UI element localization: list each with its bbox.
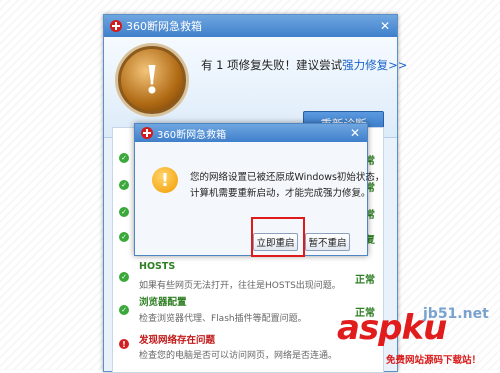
app-logo-icon bbox=[141, 127, 153, 139]
ok-check-icon: ✓ bbox=[119, 305, 129, 315]
ok-check-icon: ✓ bbox=[119, 272, 129, 282]
dialog-titlebar[interactable]: 360断网急救箱 ✕ bbox=[135, 124, 367, 142]
close-icon[interactable]: ✕ bbox=[378, 19, 392, 33]
highlight-box bbox=[251, 217, 305, 257]
dialog-close-icon[interactable]: ✕ bbox=[348, 126, 362, 140]
item-title: HOSTS bbox=[139, 261, 176, 272]
dialog-title: 360断网急救箱 bbox=[157, 129, 227, 141]
repair-status-text: 有 1 项修复失败！建议尝试强力修复>> bbox=[201, 58, 408, 72]
item-desc: 检查浏览器代理、Flash插件等配置问题。 bbox=[139, 314, 307, 324]
item-desc: 检查您的电脑是否可以访问网页，网络是否连通。 bbox=[139, 351, 338, 361]
alert-icon: ! bbox=[152, 167, 178, 193]
item-state: 正常 bbox=[355, 275, 375, 286]
ok-check-icon: ✓ bbox=[119, 180, 129, 190]
dialog-message-line1: 您的网络设置已被还原成Windows初始状态， bbox=[190, 172, 385, 183]
item-title: 发现网络存在问题 bbox=[139, 335, 216, 346]
window-title: 360断网急救箱 bbox=[126, 20, 202, 33]
dialog-message-line2: 计算机需要重新启动，才能完成强力修复。 bbox=[190, 188, 371, 199]
watermark-tagline: 免费网站源码下载站！ bbox=[386, 355, 482, 366]
item-title: 浏览器配置 bbox=[139, 297, 187, 308]
item-desc: 如果有些网页无法打开，往往是HOSTS出现问题。 bbox=[139, 281, 341, 291]
force-repair-link[interactable]: 强力修复>> bbox=[342, 58, 407, 72]
main-titlebar[interactable]: 360断网急救箱 ✕ bbox=[104, 15, 397, 37]
ok-check-icon: ✓ bbox=[119, 232, 129, 242]
ok-check-icon: ✓ bbox=[119, 207, 129, 217]
app-logo-icon bbox=[110, 20, 122, 32]
warning-exclamation-icon: ! bbox=[118, 46, 186, 114]
error-icon: ! bbox=[119, 339, 129, 349]
no-restart-button[interactable]: 暂不重启 bbox=[305, 233, 350, 251]
watermark-domain: jb51.net bbox=[423, 306, 489, 322]
ok-check-icon: ✓ bbox=[119, 153, 129, 163]
